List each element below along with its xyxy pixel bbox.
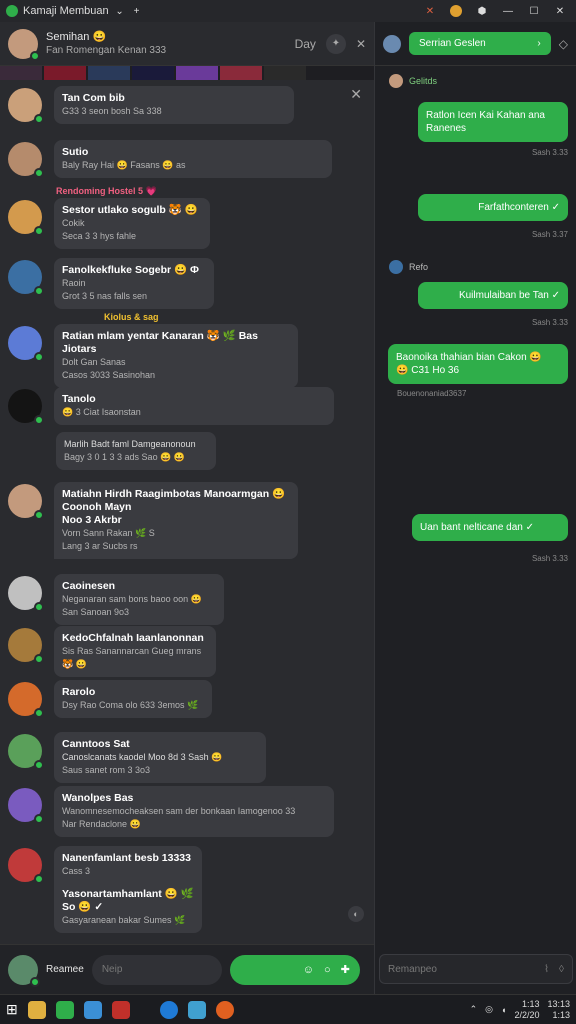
avatar [8, 389, 44, 425]
network-icon[interactable]: ◎ [485, 1004, 493, 1015]
contact-status: Fan Romengan Kenan 333 [46, 44, 167, 56]
avatar [8, 628, 44, 664]
list-item[interactable]: Nanenfamlant besb 13333 Cass 3 Yasonartamh… [8, 846, 202, 933]
timestamp: Sash 3.33 [531, 318, 568, 327]
list-item[interactable]: Rarolo Dsy Rao Coma olo 633 3emos 🌿 [8, 680, 212, 718]
pin-icon[interactable]: ✦ [325, 33, 346, 54]
edge-icon[interactable] [159, 1000, 178, 1019]
profile-icon[interactable] [450, 5, 462, 17]
minimize-icon[interactable]: — [502, 5, 514, 17]
diamond-icon[interactable]: ◇ [559, 37, 568, 51]
timestamp: Bouenonaniad3637 [397, 389, 467, 398]
avatar [8, 88, 44, 124]
start-icon[interactable]: ⊞ [6, 1001, 18, 1018]
avatar[interactable] [383, 34, 401, 53]
tools-icon[interactable]: ✕ [424, 5, 436, 17]
clock[interactable]: 1:13 2/2/20 [514, 999, 539, 1021]
close-icon[interactable]: ✕ [356, 37, 366, 51]
list-item[interactable]: Caoinesen Neganaran sam bons baoo oon 😀 Sa… [8, 574, 224, 625]
conversation-panel: Serrian Geslen › ◇ Gelitds Ratlon Icen Ka… [374, 22, 576, 994]
window-title: Kamaji Membuan [23, 5, 109, 17]
right-header: Serrian Geslen › ◇ [375, 22, 576, 66]
avatar [8, 576, 44, 612]
title-bar: Kamaji Membuan ⌄ + ✕ ⬢ — ☐ ✕ [0, 0, 576, 22]
maximize-icon[interactable]: ☐ [528, 5, 540, 17]
message-bubble: Baonoika thahian bian Cakon 😀 😀 C31 Ho 36 [388, 344, 568, 384]
shield-icon[interactable]: ⬢ [476, 5, 488, 17]
sender-label: Refo [389, 260, 428, 274]
add-tab-icon[interactable]: + [131, 5, 143, 17]
spreadsheet-icon[interactable] [55, 1000, 74, 1019]
list-item[interactable]: Sutio Baly Ray Hai 😀 Fasans 😀 as [8, 140, 332, 178]
list-item[interactable]: Wanolpes Bas Wanomnesemocheaksen sam der … [8, 786, 334, 837]
send-icon[interactable]: ✚ [341, 963, 350, 976]
left-footer: Reamee Neip ☺ ○ ✚ [0, 944, 374, 994]
user-name: Reamee [46, 964, 84, 975]
emoji-icon[interactable]: ☺ [303, 964, 314, 976]
list-item[interactable]: KedoChfalnah Iaanlanonnan Sis Ras Sananna… [8, 626, 216, 677]
avatar [8, 848, 44, 884]
tray-arrow-icon[interactable]: ⌃ [470, 1004, 478, 1015]
contact-name: Semihan 😀 [46, 30, 107, 43]
avatar [389, 260, 403, 274]
avatar [8, 734, 44, 770]
group-label: Kiolus & sag [104, 312, 159, 322]
list-item[interactable]: Ratian mlam yentar Kanaran 🐯 🌿 Bas Jiota… [8, 324, 298, 388]
message-bubble: Ratlon Icen Kai Kahan ana Ranenes [418, 102, 568, 142]
volume-icon[interactable]: ◖ [501, 1005, 506, 1015]
avatar [8, 788, 44, 824]
message-bubble: Uan bant nelticane dan ✓ [412, 514, 568, 541]
avatar[interactable] [8, 954, 40, 987]
right-footer: Remanpeo ⌇ ◊ [375, 944, 576, 994]
avatar [8, 260, 44, 296]
reply-input[interactable]: Remanpeo ⌇ ◊ [379, 954, 573, 984]
chat-app-icon[interactable] [187, 1000, 206, 1019]
list-item[interactable]: Fanolkekfluke Sogebr 😀 Ф Raoin Grot 3 5 na… [8, 258, 214, 309]
taskbar: ⊞ ⌃ ◎ ◖ 1:13 2/2/20 13:13 1:13 [0, 994, 576, 1024]
avatar [389, 74, 403, 88]
timestamp: Sash 3.37 [531, 230, 568, 239]
scroll-down-button[interactable]: ◐ [348, 906, 364, 922]
list-item[interactable]: Tan Com bib G33 3 seon bosh Sa 338 [8, 86, 294, 124]
store-icon[interactable] [83, 1000, 102, 1019]
day-button[interactable]: Day [295, 37, 316, 51]
attach-icon[interactable]: ⌇ [544, 964, 549, 975]
left-header: Semihan 😀 Fan Romengan Kenan 333 Day ✦ ✕ [0, 22, 374, 66]
avatar [8, 484, 44, 520]
message-input[interactable]: Neip [91, 954, 222, 985]
app-icon-red[interactable] [111, 1000, 130, 1019]
media-banner [0, 66, 374, 80]
list-item[interactable]: Marlih Badt faml Damgeanonoun Bagy 3 0 1 … [44, 432, 216, 470]
sender-label: Gelitds [389, 74, 437, 88]
message-bubble: Farfathconteren ✓ [418, 194, 568, 221]
close-icon[interactable]: ✕ [350, 86, 362, 103]
chevron-right-icon: › [537, 38, 541, 49]
list-item[interactable]: Matiahn Hirdh Raagimbotas Manoarmgan 😀 Co… [8, 482, 298, 559]
list-item[interactable]: Sestor utlako sogulb 🐯 😀 Cokik Seca 3 3 hy… [8, 198, 210, 249]
avatar [8, 326, 44, 362]
browser-icon[interactable] [215, 1000, 234, 1019]
close-icon[interactable]: ✕ [554, 5, 566, 17]
list-item[interactable]: Canntoos Sat Canoslcanats kaodel Moo 8d 3… [8, 732, 266, 783]
message-bubble: Kuilmulaiban be Tan ✓ [418, 282, 568, 309]
app-logo-icon [6, 5, 18, 17]
group-label: Rendoming Hostel 5 💗 [56, 186, 157, 196]
timestamp: Sash 3.33 [531, 554, 568, 563]
avatar[interactable] [8, 28, 40, 61]
search-icon[interactable]: ○ [324, 964, 331, 976]
folder-icon[interactable] [27, 1000, 46, 1019]
avatar [8, 200, 44, 236]
list-item[interactable]: Tanolo 😀 3 Ciat Isaonstan [8, 387, 334, 425]
clock-secondary[interactable]: 13:13 1:13 [547, 999, 570, 1021]
chevron-down-icon[interactable]: ⌄ [114, 5, 126, 17]
mic-icon[interactable]: ◊ [559, 964, 564, 975]
send-bar[interactable]: ☺ ○ ✚ [229, 954, 360, 985]
avatar [8, 682, 44, 718]
contact-button[interactable]: Serrian Geslen › [409, 32, 551, 55]
timestamp: Sash 3.33 [531, 148, 568, 157]
chat-list-panel: Semihan 😀 Fan Romengan Kenan 333 Day ✦ ✕… [0, 22, 374, 994]
avatar [8, 142, 44, 178]
chat-list: ✕ Tan Com bib G33 3 seon bosh Sa 338 Suti… [0, 80, 374, 940]
